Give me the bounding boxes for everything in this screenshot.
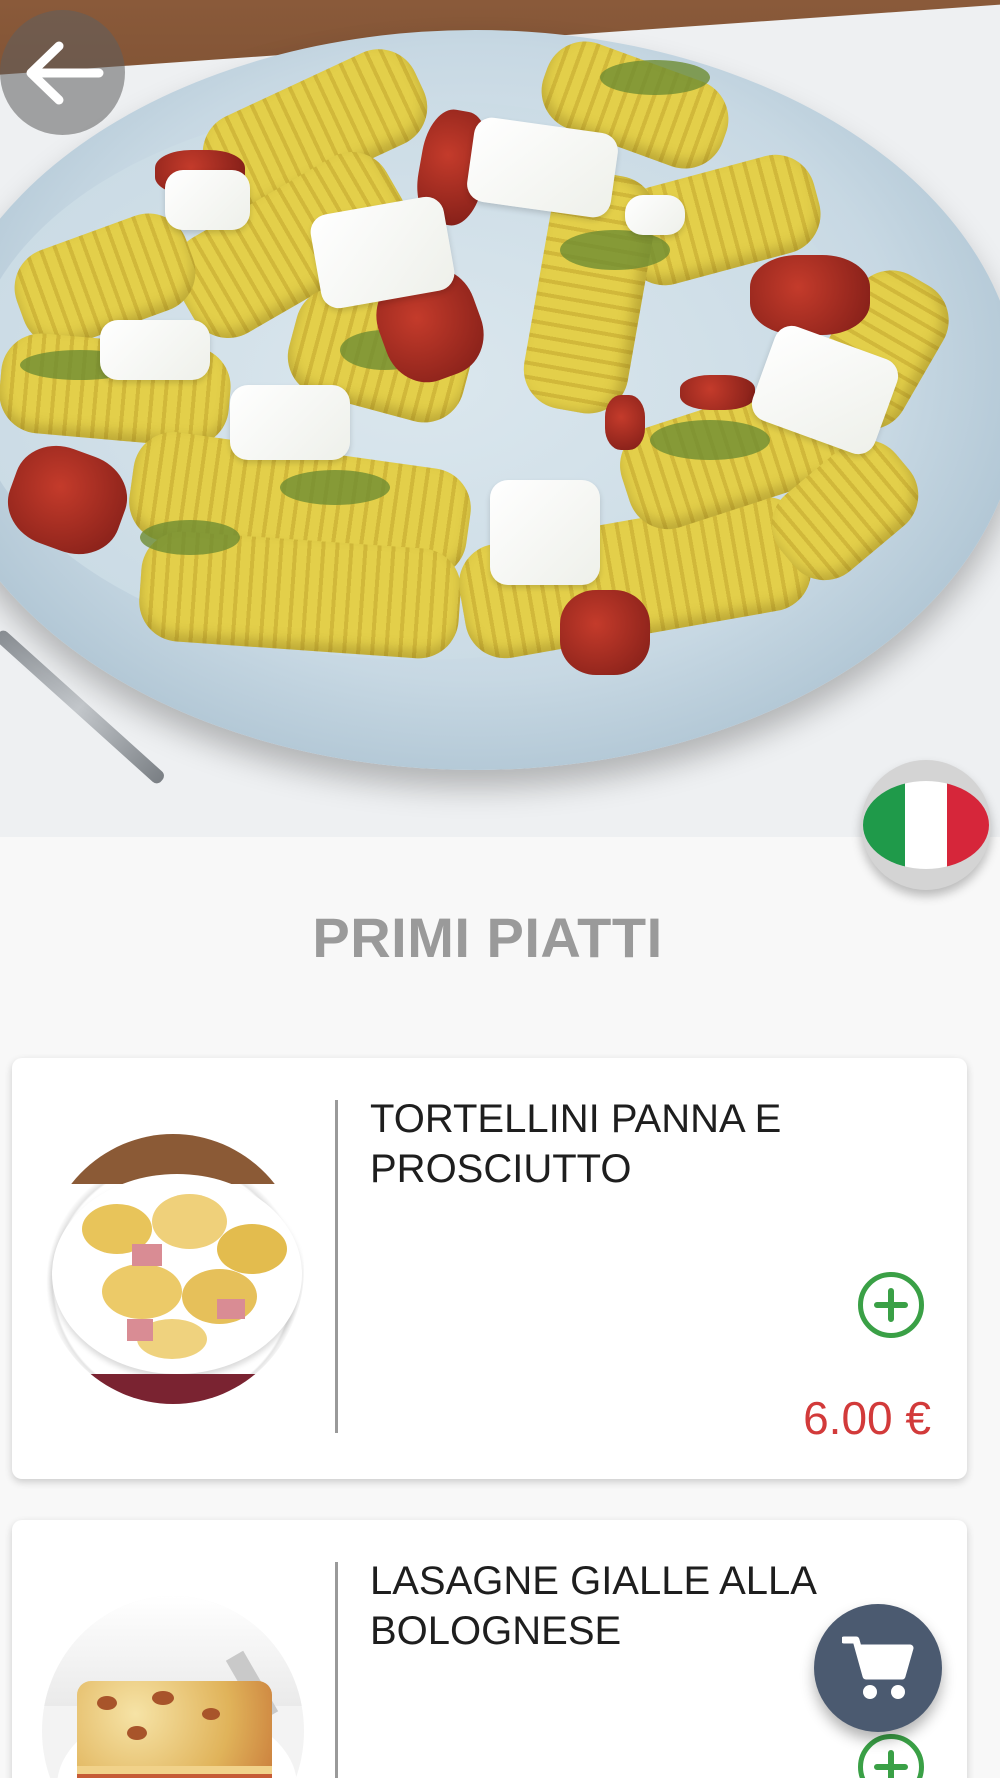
- dish-title: TORTELLINI PANNA E PROSCIUTTO: [370, 1097, 782, 1191]
- back-button[interactable]: [0, 10, 125, 135]
- card-divider: [335, 1100, 338, 1433]
- add-to-cart-button[interactable]: [858, 1272, 924, 1338]
- italy-flag-icon: [863, 781, 989, 869]
- dish-thumbnail: [42, 1134, 304, 1404]
- menu-screen: PRIMI PIATTI TORTELLINI PANNA E PROSCIUT…: [0, 0, 1000, 1778]
- cart-button[interactable]: [814, 1604, 942, 1732]
- card-divider: [335, 1562, 338, 1778]
- dish-price: 6.00 €: [803, 1392, 931, 1444]
- add-to-cart-button[interactable]: [858, 1734, 924, 1778]
- hero-image: [0, 0, 1000, 837]
- language-switch-button[interactable]: [861, 760, 991, 890]
- section-title: PRIMI PIATTI: [312, 906, 663, 969]
- plus-icon: [874, 1750, 908, 1778]
- shopping-cart-icon: [842, 1636, 914, 1699]
- plus-icon: [874, 1288, 908, 1322]
- arrow-left-icon: [26, 41, 103, 104]
- dish-thumbnail: [42, 1596, 304, 1778]
- menu-item-card[interactable]: TORTELLINI PANNA E PROSCIUTTO 6.00 €: [12, 1058, 967, 1479]
